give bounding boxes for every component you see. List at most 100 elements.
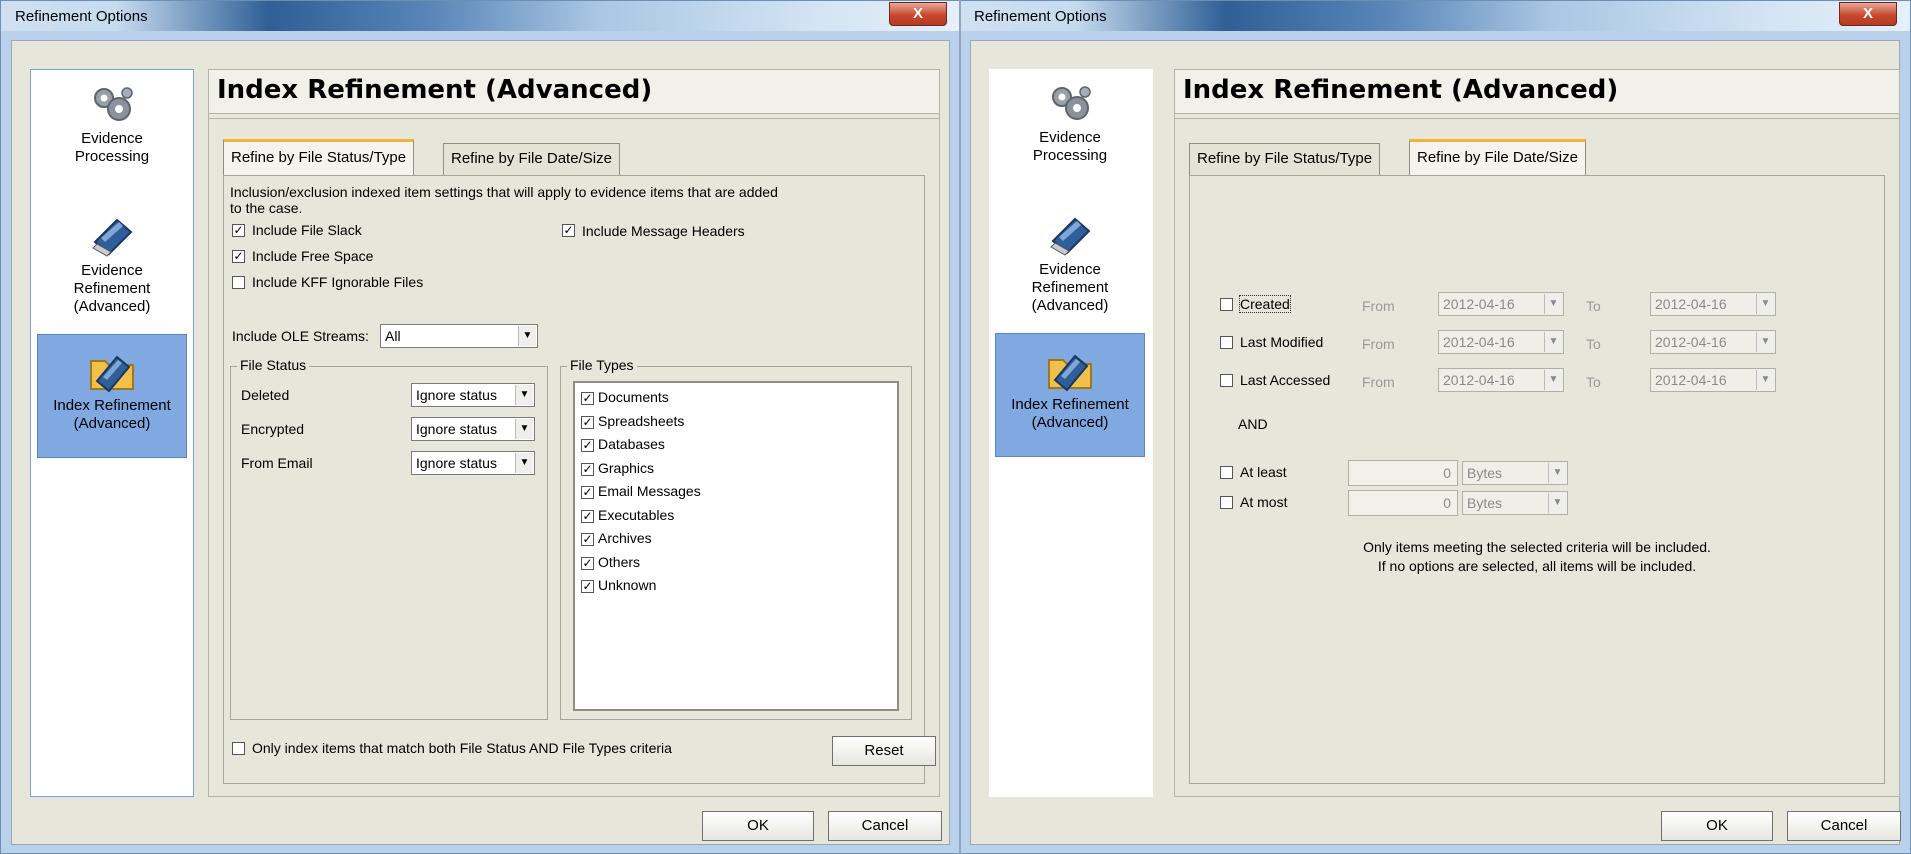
file-type-label: Archives [598, 530, 652, 546]
match-both-checkbox[interactable] [232, 742, 245, 755]
file-type-archives[interactable]: ✓ Archives [581, 530, 652, 546]
ok-button[interactable]: OK [1661, 811, 1773, 841]
chevron-down-icon: ▼ [1548, 463, 1566, 483]
file-type-label: Graphics [598, 460, 655, 476]
chevron-down-icon: ▼ [1544, 332, 1562, 352]
at-least-unit-select[interactable]: Bytes ▼ [1462, 461, 1568, 485]
checkbox[interactable]: ✓ [581, 462, 594, 476]
last-accessed-checkbox[interactable] [1220, 374, 1233, 387]
to-label: To [1586, 298, 1601, 314]
include-free-space-label: Include Free Space [252, 248, 374, 264]
checkbox[interactable]: ✓ [581, 556, 594, 570]
nav-label: Evidence [1039, 129, 1101, 146]
file-type-databases[interactable]: ✓ Databases [581, 436, 665, 452]
ole-streams-label: Include OLE Streams: [232, 328, 369, 344]
include-kff-checkbox[interactable] [232, 276, 245, 289]
from-email-status-select[interactable]: Ignore status ▼ [411, 451, 535, 475]
reset-button[interactable]: Reset [832, 736, 936, 766]
chevron-down-icon: ▼ [515, 385, 533, 405]
file-type-executables[interactable]: ✓ Executables [581, 507, 674, 523]
title-bar[interactable]: Refinement Options X [960, 1, 1910, 31]
checkbox[interactable]: ✓ [581, 532, 594, 546]
refinement-options-window-left: Refinement Options X Evidence Processing [0, 0, 961, 854]
folder-scanner-icon [1048, 354, 1092, 392]
checkbox[interactable]: ✓ [581, 579, 594, 593]
last-modified-label: Last Modified [1240, 334, 1324, 350]
created-to-date[interactable]: 2012-04-16 ▼ [1650, 292, 1776, 316]
file-type-graphics[interactable]: ✓ Graphics [581, 460, 654, 476]
and-label: AND [1238, 416, 1268, 432]
file-type-label: Spreadsheets [598, 413, 685, 429]
tab-file-date-size[interactable]: Refine by File Date/Size [1409, 139, 1586, 176]
hand-scanner-icon [1050, 217, 1091, 256]
dialog-client: Evidence Processing Evidence Refinement … [11, 40, 950, 845]
file-type-email-messages[interactable]: ✓ Email Messages [581, 483, 701, 499]
created-checkbox[interactable] [1220, 298, 1233, 311]
criteria-note: If no options are selected, all items wi… [1377, 558, 1697, 574]
at-least-size-input[interactable]: 0 [1348, 460, 1458, 486]
include-free-space-checkbox[interactable]: ✓ [232, 250, 245, 263]
checkbox[interactable]: ✓ [581, 485, 594, 499]
close-button[interactable]: X [1839, 2, 1897, 26]
deleted-label: Deleted [241, 387, 290, 403]
nav-item-evidence-refinement[interactable]: Evidence Refinement (Advanced) [37, 212, 187, 316]
at-most-size-input[interactable]: 0 [1348, 490, 1458, 516]
deleted-status-select[interactable]: Ignore status ▼ [411, 383, 535, 407]
title-bar[interactable]: Refinement Options X [1, 1, 960, 31]
nav-item-index-refinement[interactable]: Index Refinement (Advanced) [995, 333, 1145, 457]
hand-scanner-icon [92, 218, 133, 257]
nav-item-index-refinement[interactable]: Index Refinement (Advanced) [37, 334, 187, 458]
at-least-checkbox[interactable] [1220, 466, 1233, 479]
nav-label: Evidence [1039, 261, 1101, 278]
encrypted-status-select[interactable]: Ignore status ▼ [411, 417, 535, 441]
date-value: 2012-04-16 [1443, 334, 1515, 350]
tab-file-date-size[interactable]: Refine by File Date/Size [443, 143, 620, 175]
tab-file-status-type[interactable]: Refine by File Status/Type [1189, 143, 1381, 175]
nav-label: Processing [1032, 147, 1108, 164]
file-type-unknown[interactable]: ✓ Unknown [581, 577, 656, 593]
nav-item-evidence-processing[interactable]: Evidence Processing [995, 81, 1145, 165]
include-message-headers-checkbox[interactable]: ✓ [562, 224, 575, 237]
created-from-date[interactable]: 2012-04-16 ▼ [1438, 292, 1564, 316]
nav-label: Index Refinement [53, 397, 171, 414]
checkbox[interactable]: ✓ [581, 509, 594, 523]
file-types-group-title: File Types [567, 357, 637, 373]
from-label: From [1362, 374, 1395, 390]
file-type-documents[interactable]: ✓ Documents [581, 389, 669, 405]
file-type-label: Documents [598, 389, 669, 405]
at-most-unit-select[interactable]: Bytes ▼ [1462, 491, 1568, 515]
tab-file-status-type[interactable]: Refine by File Status/Type [223, 139, 415, 176]
last-modified-to-date[interactable]: 2012-04-16 ▼ [1650, 330, 1776, 354]
dialog-client: Evidence Processing Evidence Refinement … [970, 40, 1901, 845]
deleted-status-value: Ignore status [416, 387, 497, 403]
file-type-label: Unknown [598, 577, 657, 593]
date-value: 2012-04-16 [1443, 372, 1515, 388]
last-modified-from-date[interactable]: 2012-04-16 ▼ [1438, 330, 1564, 354]
cancel-button[interactable]: Cancel [828, 811, 942, 841]
file-type-others[interactable]: ✓ Others [581, 554, 640, 570]
last-accessed-from-date[interactable]: 2012-04-16 ▼ [1438, 368, 1564, 392]
settings-panel: Index Refinement (Advanced) Refine by Fi… [208, 69, 940, 797]
include-file-slack-checkbox[interactable]: ✓ [232, 224, 245, 237]
file-type-spreadsheets[interactable]: ✓ Spreadsheets [581, 413, 684, 429]
page-header: Index Refinement (Advanced) [209, 70, 939, 114]
chevron-down-icon: ▼ [515, 453, 533, 473]
last-modified-checkbox[interactable] [1220, 336, 1233, 349]
ole-streams-select[interactable]: All ▼ [380, 324, 538, 348]
file-types-group: File Types ✓ Documents ✓ Spreadsheets ✓ Dat… [560, 357, 912, 720]
cancel-button[interactable]: Cancel [1787, 811, 1901, 841]
nav-item-evidence-processing[interactable]: Evidence Processing [37, 82, 187, 166]
file-types-list[interactable]: ✓ Documents ✓ Spreadsheets ✓ Databases ✓ Gra… [573, 381, 899, 711]
last-accessed-to-date[interactable]: 2012-04-16 ▼ [1650, 368, 1776, 392]
ok-button[interactable]: OK [702, 811, 814, 841]
checkbox[interactable]: ✓ [581, 438, 594, 452]
checkbox[interactable]: ✓ [581, 415, 594, 429]
at-most-checkbox[interactable] [1220, 496, 1233, 509]
close-button[interactable]: X [889, 2, 947, 26]
gears-icon [94, 87, 133, 121]
checkbox[interactable]: ✓ [581, 391, 594, 405]
options-nav: Evidence Processing Evidence Refinement … [989, 69, 1153, 797]
nav-item-evidence-refinement[interactable]: Evidence Refinement (Advanced) [995, 211, 1145, 315]
chevron-down-icon: ▼ [1548, 493, 1566, 513]
from-label: From [1362, 298, 1395, 314]
